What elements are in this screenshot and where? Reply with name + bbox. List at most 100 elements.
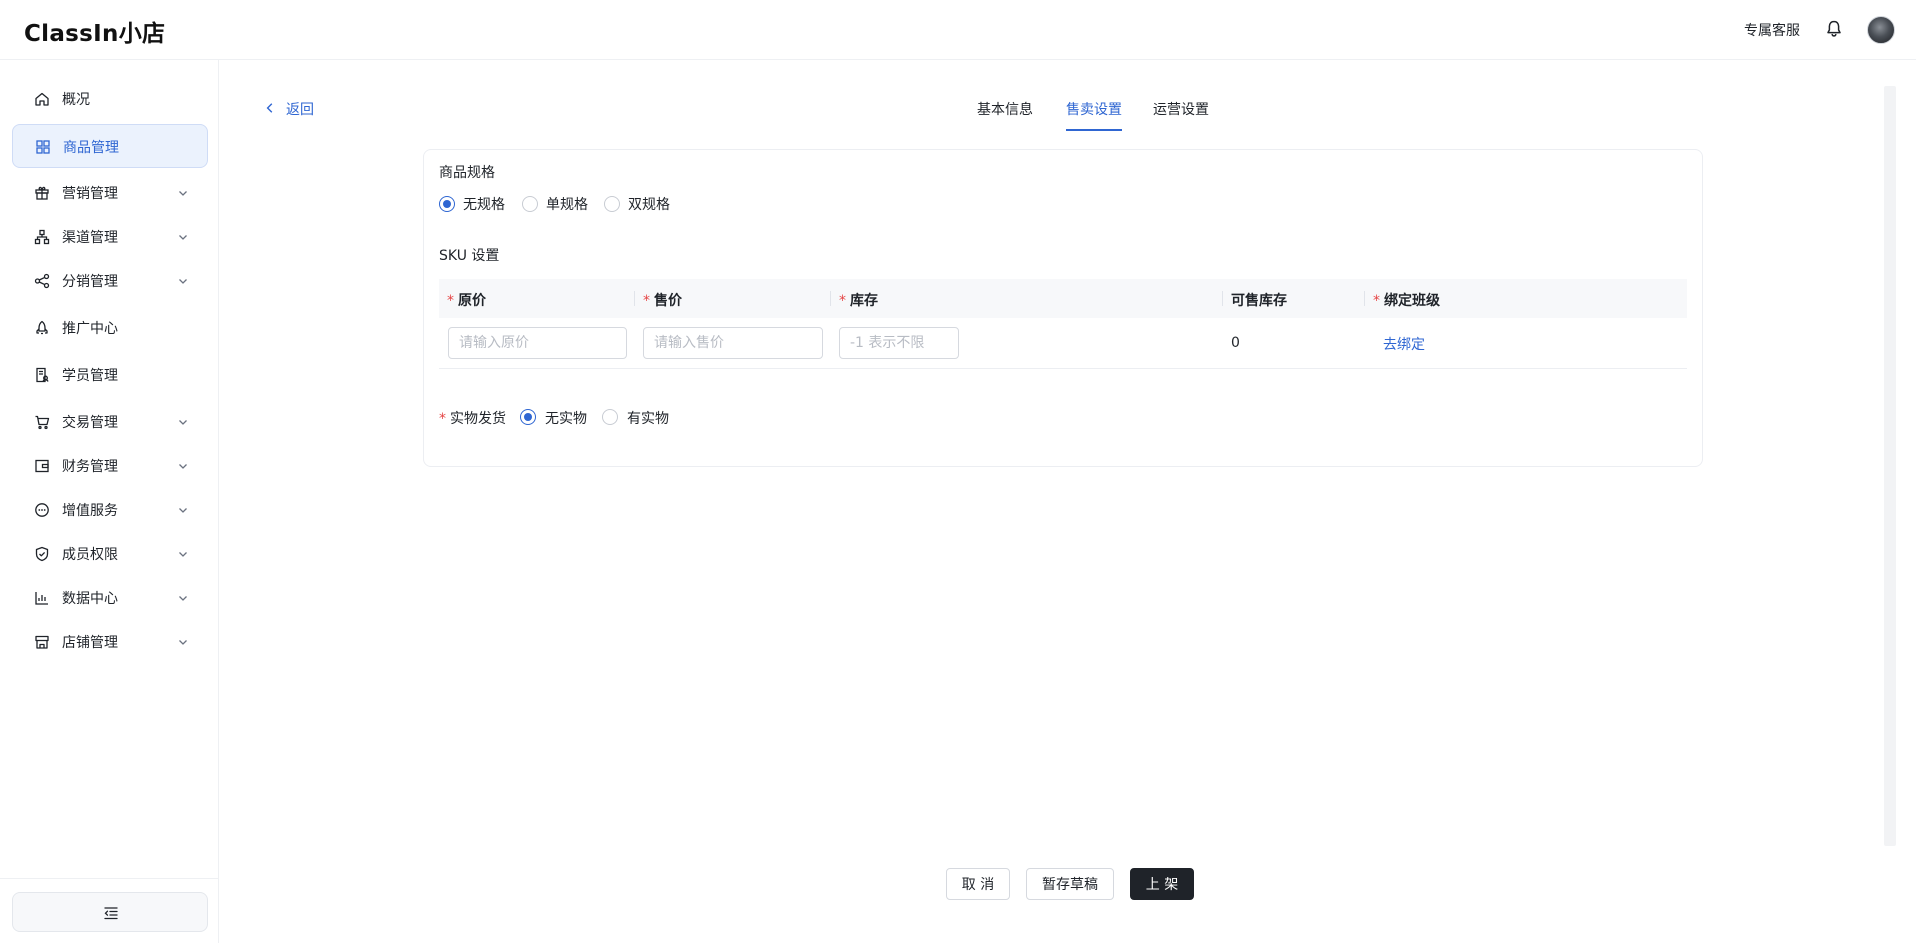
- back-link[interactable]: 返回: [264, 99, 314, 119]
- sale-price-input[interactable]: [643, 327, 823, 359]
- tab-basic-info[interactable]: 基本信息: [977, 99, 1033, 119]
- sidebar: 概况 商品管理 营销管理 渠道管理 分销管理 推广中心 学员管理 交易管理 财务…: [0, 60, 219, 943]
- collapse-menu-icon: [104, 907, 118, 920]
- sidebar-item-label: 营销管理: [62, 186, 118, 202]
- chevron-down-icon: [179, 640, 187, 645]
- chevron-left-icon: [266, 103, 273, 113]
- bind-class-link[interactable]: 去绑定: [1383, 334, 1425, 354]
- chat-icon: [35, 503, 49, 517]
- spec-section-title: 商品规格: [439, 165, 495, 181]
- customer-service-link[interactable]: 专属客服: [1744, 20, 1800, 40]
- rocket-icon: [36, 320, 48, 335]
- column-header-bind-class: * 绑定班级: [1373, 293, 1440, 309]
- shield-icon: [35, 546, 49, 562]
- chevron-down-icon: [179, 596, 187, 601]
- sidebar-item-distribution[interactable]: 分销管理: [12, 259, 208, 303]
- spec-option-label[interactable]: 双规格: [628, 194, 670, 214]
- tab-operation-settings[interactable]: 运营设置: [1153, 99, 1209, 119]
- column-header-available-stock: 可售库存: [1231, 293, 1287, 309]
- shipping-label: * 实物发货: [439, 411, 506, 427]
- required-mark: *: [447, 293, 454, 309]
- store-icon: [35, 635, 49, 649]
- scrollbar-track[interactable]: [1884, 86, 1896, 846]
- student-icon: [36, 367, 49, 383]
- sidebar-item-label: 财务管理: [62, 459, 118, 475]
- chevron-down-icon: [179, 464, 187, 469]
- column-header-stock: * 库存: [839, 293, 878, 309]
- chevron-down-icon: [179, 279, 187, 284]
- sitemap-icon: [34, 229, 50, 245]
- required-mark: *: [643, 293, 650, 309]
- sidebar-item-store[interactable]: 店铺管理: [12, 620, 208, 664]
- chevron-down-icon: [179, 191, 187, 196]
- sidebar-item-value-added[interactable]: 增值服务: [12, 488, 208, 532]
- sidebar-item-label: 学员管理: [62, 368, 118, 384]
- sidebar-collapse-button[interactable]: [12, 892, 208, 932]
- sidebar-item-channel[interactable]: 渠道管理: [12, 215, 208, 259]
- share-icon: [34, 273, 50, 289]
- sidebar-item-transactions[interactable]: 交易管理: [12, 400, 208, 444]
- chevron-down-icon: [179, 508, 187, 513]
- chevron-down-icon: [179, 552, 187, 557]
- shipping-radio-physical[interactable]: [602, 409, 618, 425]
- table-row-divider: [439, 368, 1687, 369]
- spec-radio-none[interactable]: [439, 196, 455, 212]
- top-bar: ClassIn小店 专属客服: [0, 0, 1916, 60]
- sidebar-item-member-permissions[interactable]: 成员权限: [12, 532, 208, 576]
- stock-input[interactable]: [839, 327, 959, 359]
- sidebar-item-label: 渠道管理: [62, 230, 118, 246]
- spec-option-label[interactable]: 无规格: [463, 194, 505, 214]
- sidebar-item-label: 店铺管理: [62, 635, 118, 651]
- spec-radio-double[interactable]: [604, 196, 620, 212]
- sidebar-item-data-center[interactable]: 数据中心: [12, 576, 208, 620]
- shipping-option-label[interactable]: 无实物: [545, 408, 587, 428]
- column-separator: [1222, 291, 1223, 306]
- spec-radio-single[interactable]: [522, 196, 538, 212]
- shipping-radio-none[interactable]: [520, 409, 536, 425]
- publish-button[interactable]: 上 架: [1130, 868, 1194, 900]
- sidebar-divider: [0, 878, 219, 879]
- sidebar-item-students[interactable]: 学员管理: [12, 353, 208, 397]
- required-mark: *: [1373, 293, 1380, 309]
- original-price-input[interactable]: [448, 327, 627, 359]
- app-logo[interactable]: ClassIn小店: [24, 14, 165, 48]
- required-mark: *: [839, 293, 846, 309]
- bell-icon[interactable]: [1824, 19, 1844, 39]
- sidebar-item-label: 概况: [62, 92, 90, 108]
- user-avatar[interactable]: [1867, 16, 1895, 44]
- sidebar-item-label: 交易管理: [62, 415, 118, 431]
- sidebar-item-overview[interactable]: 概况: [12, 77, 208, 121]
- sidebar-item-label: 分销管理: [62, 274, 118, 290]
- sidebar-item-product-management[interactable]: 商品管理: [12, 124, 208, 168]
- home-icon: [35, 92, 49, 106]
- column-header-sale-price: * 售价: [643, 293, 682, 309]
- column-separator: [634, 291, 635, 306]
- available-stock-value: 0: [1231, 335, 1240, 351]
- active-tab-indicator: [1066, 129, 1122, 131]
- tab-sales-settings[interactable]: 售卖设置: [1066, 99, 1122, 119]
- column-header-original-price: * 原价: [447, 293, 486, 309]
- sidebar-item-finance[interactable]: 财务管理: [12, 444, 208, 488]
- sidebar-item-label: 成员权限: [62, 547, 118, 563]
- column-separator: [830, 291, 831, 306]
- shipping-option-label[interactable]: 有实物: [627, 408, 669, 428]
- sidebar-item-label: 增值服务: [62, 503, 118, 519]
- gift-icon: [35, 186, 49, 200]
- save-draft-button[interactable]: 暂存草稿: [1026, 868, 1114, 900]
- column-separator: [1364, 291, 1365, 306]
- chevron-down-icon: [179, 235, 187, 240]
- sidebar-item-label: 推广中心: [62, 321, 118, 337]
- spec-option-label[interactable]: 单规格: [546, 194, 588, 214]
- chevron-down-icon: [179, 420, 187, 425]
- grid-icon: [36, 140, 50, 154]
- required-mark: *: [439, 411, 446, 427]
- sku-section-title: SKU 设置: [439, 248, 500, 264]
- sidebar-item-promotion-center[interactable]: 推广中心: [12, 306, 208, 350]
- cancel-button[interactable]: 取 消: [946, 868, 1010, 900]
- sidebar-item-label: 数据中心: [62, 591, 118, 607]
- cart-icon: [35, 415, 50, 430]
- back-label: 返回: [286, 102, 314, 118]
- sku-table-header: * 原价 * 售价 * 库存 可售库存 * 绑定班级: [439, 279, 1687, 318]
- sidebar-item-marketing[interactable]: 营销管理: [12, 171, 208, 215]
- sidebar-item-label: 商品管理: [63, 140, 119, 156]
